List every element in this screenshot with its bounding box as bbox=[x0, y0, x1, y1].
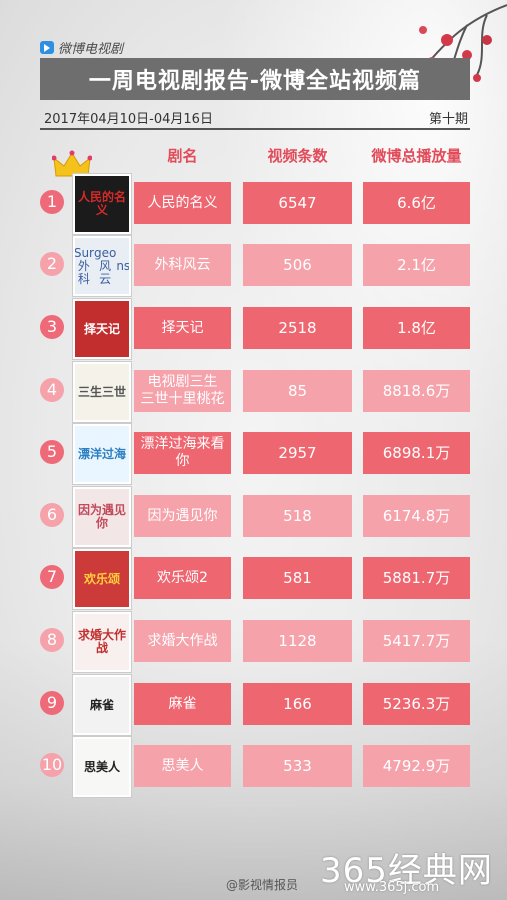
rank-badge: 5 bbox=[40, 440, 64, 464]
poster-line: geo 风云 bbox=[93, 245, 117, 286]
poster-text: 求婚大作战 bbox=[77, 628, 126, 655]
header-plays: 微博总播放量 bbox=[371, 147, 462, 165]
total-plays: 6174.8万 bbox=[363, 495, 470, 537]
title-line: 三世十里桃花 bbox=[140, 391, 225, 407]
video-count: 166 bbox=[243, 683, 352, 725]
header-title: 剧名 bbox=[167, 147, 198, 165]
poster-text: 漂洋过海 bbox=[77, 446, 126, 461]
total-plays: 5881.7万 bbox=[363, 557, 470, 599]
table-row: 7 欢乐颂 欢乐颂2 581 5881.7万 bbox=[0, 549, 507, 609]
table-row: 8 求婚大作战 求婚大作战 1128 5417.7万 bbox=[0, 612, 507, 672]
drama-poster: Sur 外科 geo 风云 ns bbox=[73, 236, 131, 296]
video-count: 506 bbox=[243, 244, 352, 286]
poster-text: 欢乐颂 bbox=[83, 571, 120, 586]
watermark-url: www.365j.com bbox=[344, 880, 440, 895]
rank-badge: 2 bbox=[40, 252, 64, 276]
video-count: 581 bbox=[243, 557, 352, 599]
title-line: 电视剧三生 bbox=[147, 374, 218, 390]
tv-icon bbox=[40, 40, 54, 54]
poster-text: Sur 外科 geo 风云 ns bbox=[75, 238, 129, 294]
rank-badge: 3 bbox=[40, 315, 64, 339]
drama-title: 因为遇见你 bbox=[134, 495, 231, 537]
drama-title: 择天记 bbox=[134, 307, 231, 349]
total-plays: 5417.7万 bbox=[363, 620, 470, 662]
table-row: 3 择天记 择天记 2518 1.8亿 bbox=[0, 299, 507, 359]
rank-badge: 4 bbox=[40, 378, 64, 402]
drama-poster: 漂洋过海 bbox=[73, 424, 131, 484]
table-row: 2 Sur 外科 geo 风云 ns 外科风云 506 2.1亿 bbox=[0, 236, 507, 296]
video-count: 533 bbox=[243, 745, 352, 787]
video-count: 2518 bbox=[243, 307, 352, 349]
poster-line: ns bbox=[116, 258, 131, 273]
video-count: 1128 bbox=[243, 620, 352, 662]
drama-title: 麻雀 bbox=[134, 683, 231, 725]
drama-title: 外科风云 bbox=[134, 244, 231, 286]
video-count: 85 bbox=[243, 370, 352, 412]
drama-poster: 三生三世 bbox=[73, 362, 131, 422]
drama-poster: 麻雀 bbox=[73, 675, 131, 735]
poster-text: 思美人 bbox=[83, 759, 120, 774]
table-row: 6 因为遇见你 因为遇见你 518 6174.8万 bbox=[0, 487, 507, 547]
table-row: 4 三生三世 电视剧三生 三世十里桃花 85 8818.6万 bbox=[0, 362, 507, 422]
drama-poster: 择天记 bbox=[73, 299, 131, 359]
report-title: 一周电视剧报告-微博全站视频篇 bbox=[88, 69, 422, 94]
drama-poster: 求婚大作战 bbox=[73, 612, 131, 672]
drama-title: 欢乐颂2 bbox=[134, 557, 231, 599]
footer-credit: @影视情报员 bbox=[226, 878, 299, 892]
total-plays: 8818.6万 bbox=[363, 370, 470, 412]
weibo-tv-brand: 微博电视剧 bbox=[40, 38, 124, 57]
video-count: 518 bbox=[243, 495, 352, 537]
drama-poster: 欢乐颂 bbox=[73, 549, 131, 609]
drama-poster: 因为遇见你 bbox=[73, 487, 131, 547]
total-plays: 2.1亿 bbox=[363, 244, 470, 286]
total-plays: 5236.3万 bbox=[363, 683, 470, 725]
drama-title: 求婚大作战 bbox=[134, 620, 231, 662]
poster-text: 因为遇见你 bbox=[77, 503, 126, 530]
table-row: 5 漂洋过海 漂洋过海来看你 2957 6898.1万 bbox=[0, 424, 507, 484]
rank-badge: 8 bbox=[40, 628, 64, 652]
date-range: 2017年04月10日-04月16日 bbox=[44, 112, 213, 127]
rank-badge: 6 bbox=[40, 503, 64, 527]
total-plays: 1.8亿 bbox=[363, 307, 470, 349]
drama-title: 人民的名义 bbox=[134, 182, 231, 224]
drama-title: 思美人 bbox=[134, 745, 231, 787]
drama-title: 漂洋过海来看你 bbox=[134, 432, 231, 474]
video-count: 2957 bbox=[243, 432, 352, 474]
title-bar: 一周电视剧报告-微博全站视频篇 bbox=[40, 58, 470, 100]
rank-badge: 10 bbox=[40, 753, 64, 777]
poster-text: 人民的名义 bbox=[77, 190, 126, 217]
rank-badge: 9 bbox=[40, 691, 64, 715]
total-plays: 6.6亿 bbox=[363, 182, 470, 224]
brand-name: 微博电视剧 bbox=[58, 41, 124, 57]
header-count: 视频条数 bbox=[267, 147, 328, 165]
poster-text: 麻雀 bbox=[89, 697, 114, 712]
table-row: 10 思美人 思美人 533 4792.9万 bbox=[0, 737, 507, 797]
drama-poster: 思美人 bbox=[73, 737, 131, 797]
rank-badge: 1 bbox=[40, 190, 64, 214]
poster-line: Sur 外科 bbox=[73, 245, 94, 286]
rank-badge: 7 bbox=[40, 565, 64, 589]
poster-text: 择天记 bbox=[83, 321, 120, 336]
drama-title: 电视剧三生 三世十里桃花 bbox=[134, 370, 231, 412]
table-row: 9 麻雀 麻雀 166 5236.3万 bbox=[0, 675, 507, 735]
date-bar: 2017年04月10日-04月16日 第十期 bbox=[40, 106, 470, 130]
poster-text: 三生三世 bbox=[77, 384, 126, 399]
total-plays: 6898.1万 bbox=[363, 432, 470, 474]
table-row: 1 人民的名义 人民的名义 6547 6.6亿 bbox=[0, 174, 507, 234]
drama-title-lines: 电视剧三生 三世十里桃花 bbox=[141, 374, 225, 408]
issue-number: 第十期 bbox=[428, 112, 468, 127]
total-plays: 4792.9万 bbox=[363, 745, 470, 787]
video-count: 6547 bbox=[243, 182, 352, 224]
drama-poster: 人民的名义 bbox=[73, 174, 131, 234]
